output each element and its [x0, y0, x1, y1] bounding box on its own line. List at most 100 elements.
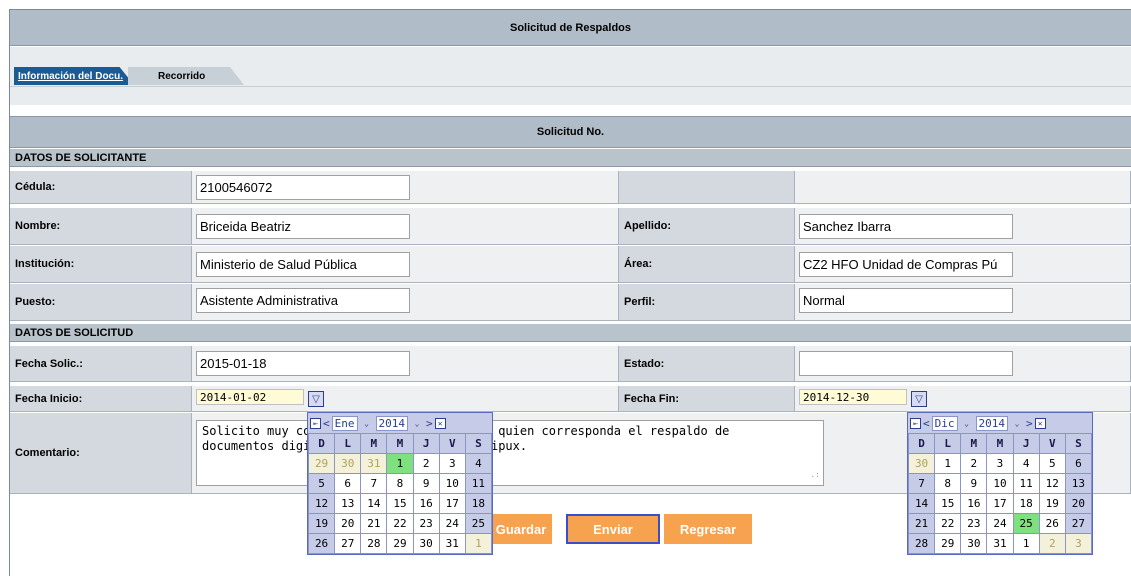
apellido-field[interactable]: Sanchez Ibarra: [799, 214, 1013, 239]
calendar-day[interactable]: 23: [413, 514, 439, 533]
calendar-day[interactable]: 29: [309, 454, 335, 473]
calendar-day[interactable]: 19: [1039, 494, 1065, 513]
calendar-day[interactable]: 14: [361, 494, 387, 513]
calendar-day[interactable]: 16: [961, 494, 987, 513]
puesto-field[interactable]: Asistente Administrativa: [196, 288, 410, 313]
calendar-day[interactable]: 30: [909, 454, 935, 473]
estado-field[interactable]: [799, 351, 1013, 376]
calendar-day[interactable]: 28: [909, 534, 935, 553]
fecha-solic-field[interactable]: 2015-01-18: [196, 351, 410, 376]
calendar-day[interactable]: 2: [413, 454, 439, 473]
calendar-day[interactable]: 6: [335, 474, 361, 493]
calendar-day[interactable]: 8: [935, 474, 961, 493]
calendar-trigger-icon[interactable]: ▽: [911, 391, 927, 407]
resize-grip-icon[interactable]: .:: [810, 467, 820, 482]
calendar-day[interactable]: 11: [1013, 474, 1039, 493]
guardar-button[interactable]: Guardar: [490, 514, 552, 544]
calendar-day[interactable]: 17: [987, 494, 1013, 513]
close-icon[interactable]: ✕: [434, 417, 446, 429]
calendar-day[interactable]: 20: [1065, 494, 1091, 513]
enviar-button[interactable]: Enviar: [566, 514, 660, 544]
calendar-day[interactable]: 18: [1013, 494, 1039, 513]
calendar-day[interactable]: 30: [335, 454, 361, 473]
calendar-day[interactable]: 17: [439, 494, 465, 513]
calendar-day[interactable]: 4: [1013, 454, 1039, 473]
tab-recorrido[interactable]: Recorrido: [128, 67, 244, 85]
previous-month-icon[interactable]: <: [923, 417, 930, 430]
calendar-day[interactable]: 4: [465, 454, 491, 473]
calendar-day[interactable]: 29: [387, 534, 413, 553]
calendar-day[interactable]: 18: [465, 494, 491, 513]
previous-year-icon[interactable]: ⇤: [910, 417, 921, 429]
calendar-day[interactable]: 7: [361, 474, 387, 493]
calendar-day[interactable]: 20: [335, 514, 361, 533]
calendar-day[interactable]: 21: [361, 514, 387, 533]
calendar-day[interactable]: 26: [1039, 514, 1065, 533]
calendar-day[interactable]: 8: [387, 474, 413, 493]
calendar-day[interactable]: 14: [909, 494, 935, 513]
perfil-field[interactable]: Normal: [799, 288, 1013, 313]
calendar-day[interactable]: 31: [987, 534, 1013, 553]
year-select[interactable]: 2014: [375, 415, 408, 431]
calendar-day[interactable]: 7: [909, 474, 935, 493]
calendar-day[interactable]: 26: [309, 534, 335, 553]
year-select[interactable]: 2014: [975, 415, 1008, 431]
previous-year-icon[interactable]: ⇤: [310, 417, 321, 429]
calendar-day[interactable]: 6: [1065, 454, 1091, 473]
calendar-day[interactable]: 24: [439, 514, 465, 533]
calendar-day[interactable]: 1: [935, 454, 961, 473]
month-select[interactable]: Ene: [331, 415, 358, 431]
fecha-fin-field[interactable]: 2014-12-30: [799, 389, 907, 405]
calendar-day[interactable]: 5: [1039, 454, 1065, 473]
previous-month-icon[interactable]: <: [323, 417, 330, 430]
next-month-icon[interactable]: >: [426, 417, 433, 430]
next-month-icon[interactable]: >: [1026, 417, 1033, 430]
tab-informacion-documento[interactable]: Información del Docu.: [14, 67, 134, 85]
calendar-day[interactable]: 21: [909, 514, 935, 533]
calendar-day[interactable]: 1: [465, 534, 491, 553]
calendar-day[interactable]: 1: [387, 454, 413, 473]
calendar-day[interactable]: 5: [309, 474, 335, 493]
calendar-day[interactable]: 12: [309, 494, 335, 513]
calendar-day[interactable]: 11: [465, 474, 491, 493]
calendar-day[interactable]: 23: [961, 514, 987, 533]
calendar-day[interactable]: 25: [465, 514, 491, 533]
calendar-day[interactable]: 22: [387, 514, 413, 533]
calendar-day[interactable]: 10: [439, 474, 465, 493]
calendar-day[interactable]: 22: [935, 514, 961, 533]
calendar-day[interactable]: 30: [413, 534, 439, 553]
calendar-day[interactable]: 24: [987, 514, 1013, 533]
calendar-day[interactable]: 9: [961, 474, 987, 493]
calendar-trigger-icon[interactable]: ▽: [308, 391, 324, 407]
cedula-field[interactable]: 2100546072: [196, 175, 410, 200]
chevron-down-icon[interactable]: ⌄: [410, 416, 424, 430]
close-icon[interactable]: ✕: [1034, 417, 1046, 429]
calendar-day[interactable]: 13: [1065, 474, 1091, 493]
calendar-day[interactable]: 27: [335, 534, 361, 553]
calendar-day[interactable]: 10: [987, 474, 1013, 493]
chevron-down-icon[interactable]: ⌄: [1010, 416, 1024, 430]
institucion-field[interactable]: Ministerio de Salud Pública: [196, 252, 410, 277]
calendar-day[interactable]: 2: [961, 454, 987, 473]
calendar-day[interactable]: 31: [439, 534, 465, 553]
calendar-day[interactable]: 1: [1013, 534, 1039, 553]
calendar-day[interactable]: 28: [361, 534, 387, 553]
calendar-day[interactable]: 31: [361, 454, 387, 473]
calendar-day[interactable]: 29: [935, 534, 961, 553]
chevron-down-icon[interactable]: ⌄: [359, 416, 374, 430]
month-select[interactable]: Dic: [931, 415, 958, 431]
regresar-button[interactable]: Regresar: [664, 514, 752, 544]
calendar-day[interactable]: 30: [961, 534, 987, 553]
calendar-day[interactable]: 19: [309, 514, 335, 533]
calendar-day[interactable]: 16: [413, 494, 439, 513]
calendar-day[interactable]: 12: [1039, 474, 1065, 493]
chevron-down-icon[interactable]: ⌄: [959, 416, 974, 430]
calendar-day[interactable]: 3: [439, 454, 465, 473]
calendar-day[interactable]: 9: [413, 474, 439, 493]
calendar-day[interactable]: 25: [1013, 514, 1039, 533]
calendar-day[interactable]: 27: [1065, 514, 1091, 533]
calendar-day[interactable]: 2: [1039, 534, 1065, 553]
calendar-day[interactable]: 3: [987, 454, 1013, 473]
calendar-day[interactable]: 3: [1065, 534, 1091, 553]
calendar-day[interactable]: 13: [335, 494, 361, 513]
